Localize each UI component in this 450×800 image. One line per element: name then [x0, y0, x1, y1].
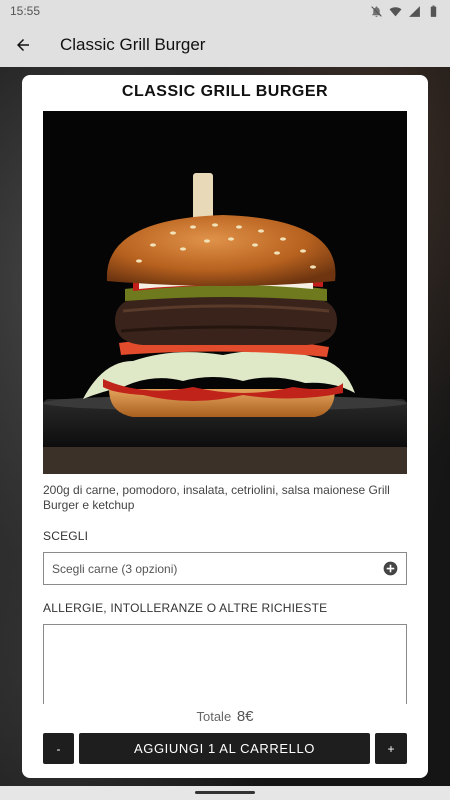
status-time: 15:55 — [10, 4, 41, 18]
wifi-icon — [389, 6, 402, 16]
notifications-off-icon — [371, 5, 382, 17]
requests-label: ALLERGIE, INTOLLERANZE O ALTRE RICHIESTE — [43, 601, 328, 615]
total-price: 8€ — [236, 708, 254, 725]
burger-illustration — [43, 111, 407, 474]
add-to-cart-button[interactable]: AGGIUNGI 1 AL CARRELLO — [79, 733, 370, 764]
app-bar-title: Classic Grill Burger — [60, 34, 206, 54]
app-bar: Classic Grill Burger — [0, 22, 450, 67]
system-nav-bar — [0, 786, 450, 800]
battery-icon — [430, 5, 437, 17]
status-icons — [370, 5, 440, 18]
total-row: Totale 8€ — [22, 708, 428, 725]
product-title: CLASSIC GRILL BURGER — [121, 83, 329, 100]
screen: 15:55 Classic Grill Burger CLASSIC GRILL… — [0, 0, 450, 800]
burger-photo — [43, 111, 407, 474]
decrease-quantity-button[interactable]: - — [43, 733, 74, 764]
arrow-left-icon — [17, 38, 29, 51]
home-gesture-handle[interactable] — [195, 791, 255, 794]
product-card: CLASSIC GRILL BURGER 200g di carne, pomo… — [22, 75, 428, 778]
plus-circle-icon — [383, 561, 398, 576]
options-label: SCEGLI — [43, 529, 89, 543]
product-description: 200g di carne, pomodoro, insalata, cetri… — [43, 483, 390, 512]
signal-icon — [409, 5, 420, 17]
requests-textarea[interactable] — [43, 624, 407, 704]
meat-select[interactable]: Scegli carne (3 opzioni) — [43, 552, 407, 585]
total-label: Totale — [196, 709, 232, 724]
status-bar: 15:55 — [0, 0, 450, 22]
back-button[interactable] — [0, 22, 46, 67]
increase-quantity-button[interactable]: + — [375, 733, 407, 764]
meat-select-value: Scegli carne (3 opzioni) — [52, 561, 178, 576]
